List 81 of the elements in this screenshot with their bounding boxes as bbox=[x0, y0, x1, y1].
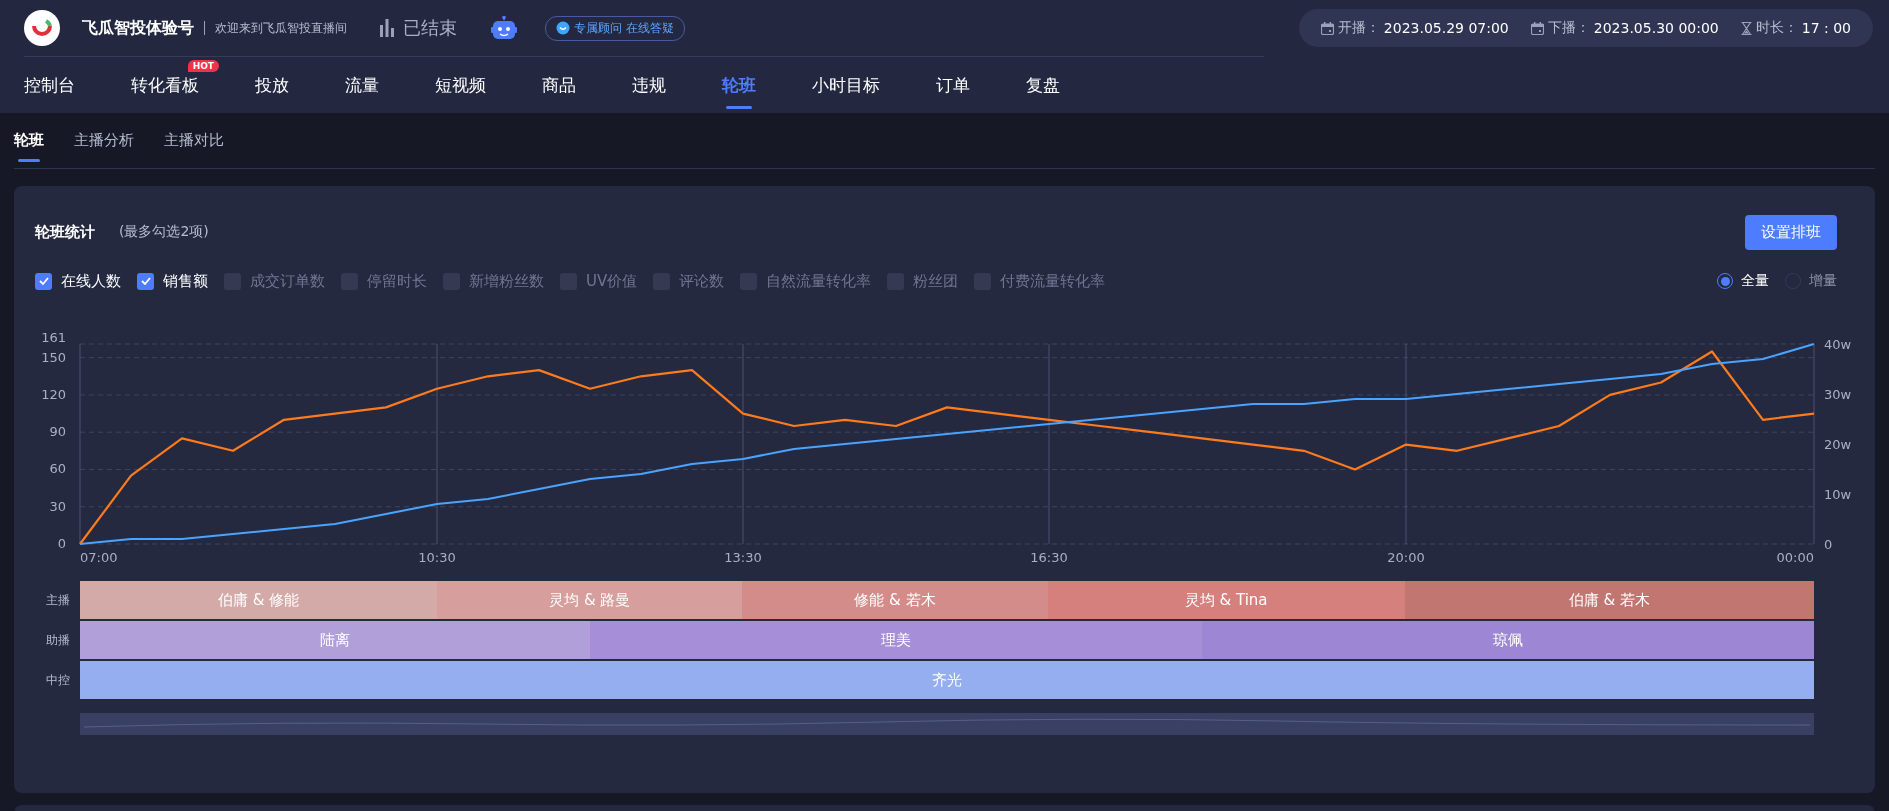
shift-segment: 陆离 bbox=[80, 621, 590, 659]
sub-tab[interactable]: 主播分析 bbox=[74, 119, 134, 162]
nav-tab[interactable]: 短视频 bbox=[435, 59, 486, 111]
sub-tab[interactable]: 轮班 bbox=[14, 119, 44, 162]
card-hint: (最多勾选2项) bbox=[119, 223, 209, 241]
x-axis-label: 00:00 bbox=[1776, 550, 1814, 565]
checkbox-label: 自然流量转化率 bbox=[766, 271, 872, 291]
checkbox-label: 付费流量转化率 bbox=[1000, 271, 1106, 291]
range-slider[interactable] bbox=[80, 713, 1814, 735]
shift-segment: 伯庸 & 修能 bbox=[80, 581, 438, 619]
calendar-icon bbox=[1320, 21, 1334, 35]
info-value: 2023.05.30 00:00 bbox=[1593, 20, 1719, 36]
x-axis-label: 07:00 bbox=[80, 550, 118, 565]
checkbox[interactable] bbox=[35, 272, 52, 290]
calendar-icon bbox=[1530, 21, 1544, 35]
shift-segment: 理美 bbox=[589, 621, 1202, 659]
check-icon bbox=[38, 277, 49, 285]
checkbox-label: 在线人数 bbox=[61, 271, 121, 291]
consultant-button[interactable]: 专属顾问 在线答疑 bbox=[545, 15, 685, 41]
y-axis-label: 60 bbox=[49, 461, 66, 477]
chat-icon bbox=[556, 21, 570, 35]
shift-segment: 伯庸 & 若木 bbox=[1404, 581, 1814, 619]
checkbox-label: 评论数 bbox=[679, 271, 725, 291]
info-label: 开播： bbox=[1337, 19, 1380, 37]
x-axis-label: 13:30 bbox=[724, 550, 762, 565]
shift-segment: 灵均 & Tina bbox=[1047, 581, 1405, 619]
card-title: 轮班统计 bbox=[35, 222, 95, 242]
sub-tab[interactable]: 主播对比 bbox=[164, 119, 224, 162]
info-value: 2023.05.29 07:00 bbox=[1383, 20, 1509, 36]
shift-segment: 灵均 & 路曼 bbox=[437, 581, 743, 619]
info-label: 下播： bbox=[1547, 19, 1590, 37]
x-axis-label: 16:30 bbox=[1030, 550, 1068, 565]
radio-label: 增量 bbox=[1809, 272, 1837, 290]
set-schedule-button[interactable]: 设置排班 bbox=[1745, 214, 1837, 250]
nav-tab[interactable]: 轮班 bbox=[722, 59, 756, 111]
y-axis-label: 161 bbox=[41, 330, 66, 345]
live-status: 已结束 bbox=[403, 16, 457, 40]
nav-tab[interactable]: 复盘 bbox=[1026, 59, 1060, 111]
checkbox-label: 销售额 bbox=[163, 271, 208, 291]
shift-segment: 修能 & 若木 bbox=[742, 581, 1048, 619]
y-axis-label: 0 bbox=[57, 536, 66, 551]
nav-tab[interactable]: 商品 bbox=[542, 59, 576, 111]
info-label: 时长： bbox=[1755, 19, 1798, 37]
hot-badge: HOT bbox=[187, 59, 219, 72]
nav-tab[interactable]: 订单 bbox=[936, 59, 970, 111]
y-axis-label: 40w bbox=[1824, 337, 1852, 352]
y-axis-label: 20w bbox=[1824, 437, 1852, 452]
robot-icon[interactable] bbox=[491, 16, 517, 40]
x-axis-label: 20:00 bbox=[1387, 550, 1425, 565]
bar-chart-icon bbox=[379, 19, 395, 37]
nav-tab[interactable]: 违规 bbox=[632, 59, 666, 111]
y-axis-label: 150 bbox=[41, 349, 66, 365]
nav-tab[interactable]: 流量 bbox=[345, 59, 379, 111]
role-label: 主播 bbox=[45, 591, 70, 609]
checkbox-label: 停留时长 bbox=[367, 271, 427, 291]
y-axis-label: 0 bbox=[1824, 537, 1833, 552]
nav-tab[interactable]: 控制台 bbox=[24, 59, 75, 111]
y-axis-label: 120 bbox=[41, 386, 66, 402]
role-label: 中控 bbox=[45, 671, 70, 689]
role-label: 助播 bbox=[45, 631, 70, 649]
y-axis-label: 30 bbox=[49, 498, 66, 514]
shift-segment: 齐光 bbox=[80, 661, 1814, 699]
checkbox-label: UV价值 bbox=[586, 271, 638, 291]
nav-tab[interactable]: 小时目标 bbox=[812, 59, 880, 111]
checkbox-label: 新增粉丝数 bbox=[469, 271, 544, 291]
x-axis-label: 10:30 bbox=[418, 550, 456, 565]
welcome-text: 欢迎来到飞瓜智投直播间 bbox=[215, 19, 347, 37]
nav-tab[interactable]: 投放 bbox=[255, 59, 289, 111]
shift-segment: 琼佩 bbox=[1201, 621, 1814, 659]
checkbox[interactable] bbox=[137, 272, 154, 290]
y-axis-label: 90 bbox=[49, 424, 66, 440]
checkbox-label: 粉丝团 bbox=[913, 271, 959, 291]
y-axis-label: 30w bbox=[1824, 387, 1852, 402]
info-value: 17 : 00 bbox=[1801, 20, 1851, 36]
radio-label: 全量 bbox=[1741, 272, 1769, 290]
logo-icon bbox=[24, 10, 60, 46]
account-name: 飞瓜智投体验号 bbox=[82, 17, 194, 39]
hourglass-icon bbox=[1740, 21, 1752, 35]
checkbox-label: 成交订单数 bbox=[250, 271, 325, 291]
check-icon bbox=[140, 277, 151, 285]
y-axis-label: 10w bbox=[1824, 487, 1852, 502]
